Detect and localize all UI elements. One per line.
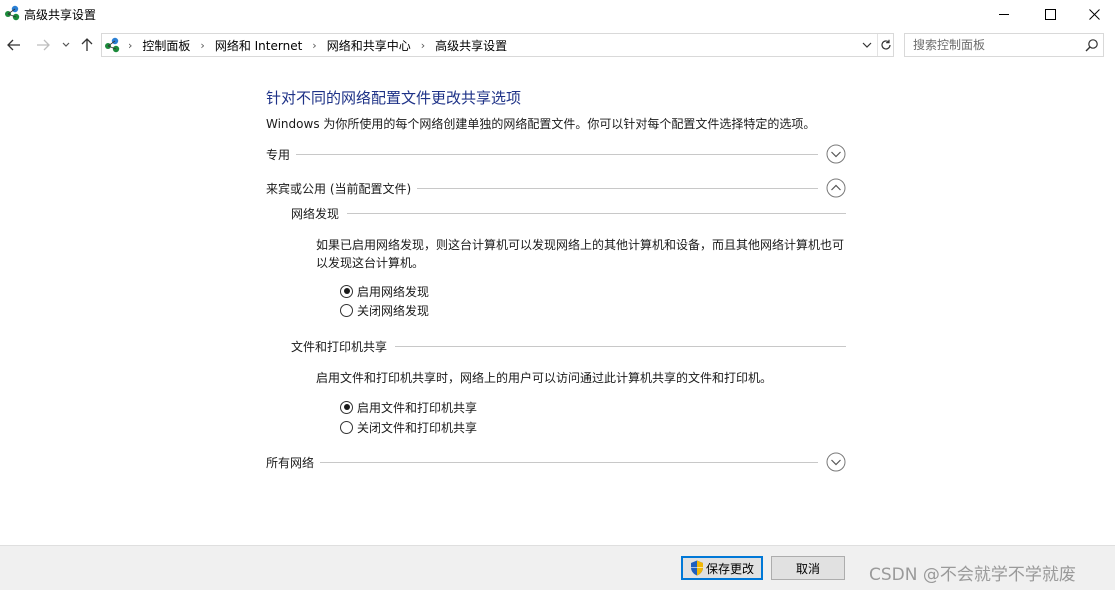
up-button[interactable] <box>78 36 96 54</box>
divider <box>395 345 846 347</box>
close-icon <box>1088 8 1100 20</box>
chevron-down-icon <box>62 42 70 47</box>
radio-disable-network-discovery[interactable]: 关闭网络发现 <box>340 301 429 319</box>
page-title: 针对不同的网络配置文件更改共享选项 <box>266 89 522 107</box>
divider <box>347 212 846 214</box>
radio-label[interactable]: 启用文件和打印机共享 <box>357 399 477 416</box>
subsection-file-printer-sharing-label: 文件和打印机共享 <box>291 339 388 354</box>
minimize-icon <box>998 13 1009 15</box>
address-bar[interactable]: › 控制面板 › 网络和 Internet › 网络和共享中心 › 高级共享设置 <box>101 33 894 57</box>
subsection-network-discovery: 网络发现 <box>291 204 846 222</box>
chevron-right-icon[interactable]: › <box>312 39 316 52</box>
radio-enable-network-discovery[interactable]: 启用网络发现 <box>340 282 429 300</box>
footer-bar: 保存更改 取消 CSDN @不会就学不学就废 <box>0 545 1115 590</box>
section-private-label: 专用 <box>266 147 291 162</box>
subsection-file-printer-sharing: 文件和打印机共享 <box>291 337 846 355</box>
chevron-right-icon[interactable]: › <box>200 39 204 52</box>
subsection-network-discovery-label: 网络发现 <box>291 206 340 221</box>
breadcrumb-item-advanced-sharing[interactable]: 高级共享设置 <box>435 37 507 54</box>
breadcrumb-item-network-internet[interactable]: 网络和 Internet <box>215 37 302 54</box>
radio-button[interactable] <box>340 303 353 317</box>
expand-chevron-icon[interactable] <box>826 144 846 164</box>
section-all-networks[interactable]: 所有网络 <box>266 451 846 473</box>
forward-button[interactable] <box>34 36 52 54</box>
radio-label[interactable]: 启用网络发现 <box>357 283 429 300</box>
search-box[interactable] <box>904 33 1104 57</box>
section-private[interactable]: 专用 <box>266 143 846 165</box>
breadcrumb: › 控制面板 › 网络和 Internet › 网络和共享中心 › 高级共享设置 <box>126 34 507 56</box>
refresh-button[interactable] <box>877 34 894 56</box>
section-all-networks-label: 所有网络 <box>266 455 315 470</box>
breadcrumb-item-network-sharing-center[interactable]: 网络和共享中心 <box>327 37 411 54</box>
search-input[interactable] <box>905 34 1081 56</box>
radio-button-selected[interactable] <box>340 400 353 414</box>
save-changes-button[interactable]: 保存更改 <box>681 556 763 580</box>
arrow-right-icon <box>37 39 50 51</box>
radio-disable-file-printer-sharing[interactable]: 关闭文件和打印机共享 <box>340 418 477 436</box>
cancel-label: 取消 <box>795 561 820 576</box>
uac-shield-icon <box>690 560 703 576</box>
recent-locations-button[interactable] <box>60 36 72 54</box>
divider <box>320 461 818 463</box>
radio-enable-file-printer-sharing[interactable]: 启用文件和打印机共享 <box>340 398 477 416</box>
close-button[interactable] <box>1071 0 1115 28</box>
arrow-left-icon <box>7 39 20 51</box>
arrow-up-icon <box>81 38 93 51</box>
network-center-icon <box>5 5 20 21</box>
main-content: 针对不同的网络配置文件更改共享选项 Windows 为你所使用的每个网络创建单独… <box>0 62 1115 544</box>
address-history-dropdown[interactable] <box>859 34 875 56</box>
network-discovery-description: 如果已启用网络发现，则这台计算机可以发现网络上的其他计算机和设备，而且其他网络计… <box>316 238 845 270</box>
back-button[interactable] <box>5 36 23 54</box>
section-guest-public[interactable]: 来宾或公用 (当前配置文件) <box>266 177 846 199</box>
divider <box>296 153 818 155</box>
navigation-bar: › 控制面板 › 网络和 Internet › 网络和共享中心 › 高级共享设置 <box>0 30 1115 60</box>
section-guest-public-label: 来宾或公用 (当前配置文件) <box>266 181 412 196</box>
chevron-right-icon[interactable]: › <box>128 39 132 52</box>
network-center-icon <box>105 37 120 53</box>
radio-button-selected[interactable] <box>340 284 353 298</box>
maximize-icon <box>1044 8 1056 20</box>
chevron-down-icon <box>862 42 872 48</box>
minimize-button[interactable] <box>981 0 1027 28</box>
title-bar: 高级共享设置 <box>0 0 1115 28</box>
file-printer-sharing-description: 启用文件和打印机共享时，网络上的用户可以访问通过此计算机共享的文件和打印机。 <box>316 371 773 385</box>
watermark: CSDN @不会就学不学就废 <box>869 565 1076 585</box>
maximize-button[interactable] <box>1027 0 1073 28</box>
search-icon[interactable] <box>1085 38 1099 52</box>
window-title: 高级共享设置 <box>24 8 97 22</box>
breadcrumb-item-control-panel[interactable]: 控制面板 <box>142 37 190 54</box>
chevron-right-icon[interactable]: › <box>421 39 425 52</box>
expand-chevron-icon[interactable] <box>826 452 846 472</box>
collapse-chevron-icon[interactable] <box>826 178 846 198</box>
radio-button[interactable] <box>340 420 353 434</box>
radio-label[interactable]: 关闭文件和打印机共享 <box>357 419 477 436</box>
radio-label[interactable]: 关闭网络发现 <box>357 302 429 319</box>
cancel-button[interactable]: 取消 <box>771 556 845 580</box>
save-changes-label: 保存更改 <box>705 561 754 576</box>
refresh-icon <box>881 39 891 50</box>
divider <box>417 187 818 189</box>
page-description: Windows 为你所使用的每个网络创建单独的网络配置文件。你可以针对每个配置文… <box>266 117 816 131</box>
